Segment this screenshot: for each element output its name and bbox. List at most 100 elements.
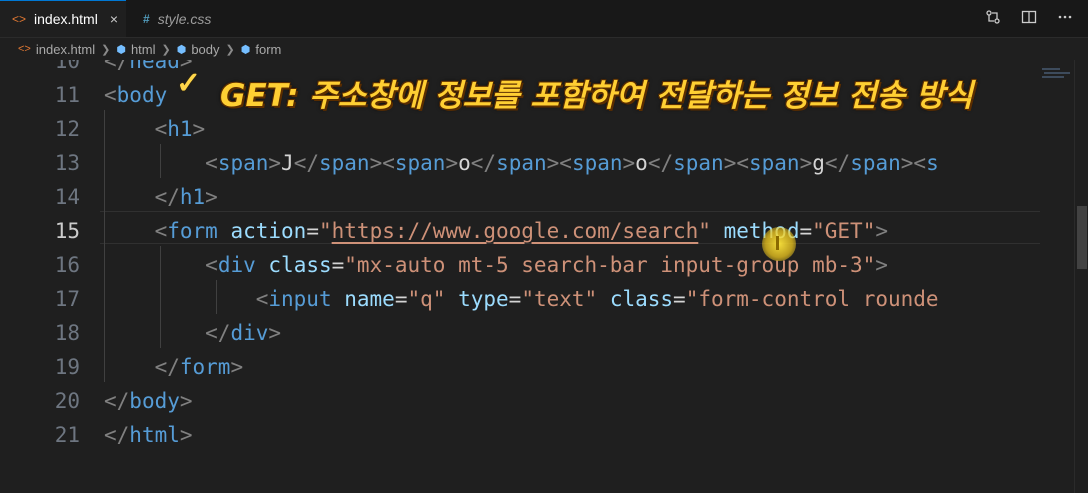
- code-token: =: [799, 219, 813, 243]
- code-token: span: [319, 151, 370, 175]
- code-token: "mx-auto mt-5 search-bar input-group mb-…: [344, 253, 876, 277]
- code-line: </h1>: [104, 180, 218, 214]
- tab-actions: [984, 0, 1074, 37]
- code-token: =: [673, 287, 686, 311]
- code-token: >: [179, 423, 193, 447]
- code-token: </: [293, 151, 319, 175]
- line-number: 19: [54, 355, 80, 379]
- code-token: action: [230, 219, 307, 243]
- code-token: >: [268, 321, 282, 345]
- code-editor[interactable]: 10 11 12 13 14 15 16 17 18 19 20 21 </head> <body <h…: [0, 60, 1088, 493]
- code-token: =: [331, 253, 345, 277]
- code-token: span: [850, 151, 901, 175]
- code-token: </: [470, 151, 497, 175]
- code-token: >: [622, 151, 636, 175]
- code-token: >: [445, 151, 459, 175]
- code-token: div: [217, 253, 256, 277]
- code-token: ><: [723, 151, 749, 175]
- code-token: span: [217, 151, 269, 175]
- close-icon[interactable]: ×: [110, 11, 118, 27]
- mouse-cursor-highlight: [762, 227, 796, 261]
- code-token: "GET": [812, 219, 876, 243]
- code-token: </: [647, 151, 674, 175]
- html-file-icon: <>: [12, 12, 27, 26]
- text-cursor-icon: [776, 236, 779, 250]
- code-token: class: [609, 287, 674, 311]
- annotation-caption: GET: 주소창에 정보를 포함하여 전달하는 정보 전송 방식: [220, 78, 973, 114]
- code-line: </html>: [104, 418, 193, 452]
- code-line: </body>: [104, 384, 193, 418]
- code-token: ><: [546, 151, 572, 175]
- line-number: 17: [54, 287, 80, 311]
- code-token: span: [571, 151, 623, 175]
- code-line: </form>: [104, 350, 244, 384]
- code-token: form: [179, 355, 231, 379]
- code-token: "q": [407, 287, 446, 311]
- code-token: ": [698, 219, 711, 243]
- line-number: 13: [54, 151, 80, 175]
- code-token: html: [129, 423, 180, 447]
- line-number: 21: [54, 423, 80, 447]
- code-token: form: [167, 219, 218, 243]
- tab-style-css[interactable]: # style.css: [127, 0, 253, 37]
- code-token: head: [129, 60, 180, 73]
- line-number: 18: [54, 321, 80, 345]
- code-token: div: [230, 321, 269, 345]
- breadcrumb-item-file[interactable]: <> index.html: [18, 42, 95, 57]
- element-icon: ⬢: [116, 43, 126, 56]
- chevron-right-icon: ❯: [225, 43, 235, 56]
- code-token: https://www.google.com/search: [331, 219, 699, 243]
- code-token: =: [508, 287, 522, 311]
- code-token: <: [104, 83, 117, 107]
- code-token: >: [205, 185, 218, 209]
- chevron-right-icon: ❯: [161, 43, 171, 56]
- open-changes-icon[interactable]: [984, 9, 1002, 29]
- more-actions-icon[interactable]: [1056, 9, 1074, 29]
- code-token: <: [154, 117, 168, 141]
- code-token: h1: [167, 117, 193, 141]
- line-number: 12: [54, 117, 80, 141]
- code-token: type: [458, 287, 509, 311]
- code-token: ><: [369, 151, 395, 175]
- line-number: 14: [54, 185, 80, 209]
- code-token: </: [824, 151, 851, 175]
- line-number: 20: [54, 389, 80, 413]
- vertical-scrollbar[interactable]: [1074, 60, 1088, 493]
- code-token: span: [496, 151, 547, 175]
- code-token: <: [154, 219, 168, 243]
- breadcrumb-item-html[interactable]: ⬢ html: [116, 42, 155, 57]
- element-icon: ⬢: [176, 43, 187, 56]
- code-token: </: [205, 321, 231, 345]
- tab-index-html[interactable]: <> index.html ×: [0, 0, 126, 37]
- scrollbar-thumb[interactable]: [1077, 206, 1087, 269]
- breadcrumb: <> index.html ❯ ⬢ html ❯ ⬢ body ❯ ⬢ form: [0, 38, 1088, 60]
- line-number: 11: [54, 83, 80, 107]
- code-token: >: [268, 151, 282, 175]
- tab-label: index.html: [34, 11, 98, 27]
- code-token: </: [104, 60, 130, 73]
- code-token: >: [875, 253, 888, 277]
- code-token: <: [255, 287, 269, 311]
- code-token: body: [116, 83, 168, 107]
- breadcrumb-item-body[interactable]: ⬢ body: [177, 42, 220, 57]
- code-token: <: [205, 253, 218, 277]
- code-token: =: [306, 219, 319, 243]
- code-token: class: [268, 253, 332, 277]
- code-token: >: [799, 151, 813, 175]
- line-number: 15: [54, 219, 80, 243]
- split-editor-icon[interactable]: [1020, 9, 1038, 29]
- line-number: 10: [54, 60, 80, 73]
- code-token: h1: [179, 185, 206, 209]
- breadcrumb-item-form[interactable]: ⬢ form: [241, 42, 282, 57]
- minimap[interactable]: [1040, 60, 1074, 120]
- checkmark-icon: ✓: [176, 67, 202, 100]
